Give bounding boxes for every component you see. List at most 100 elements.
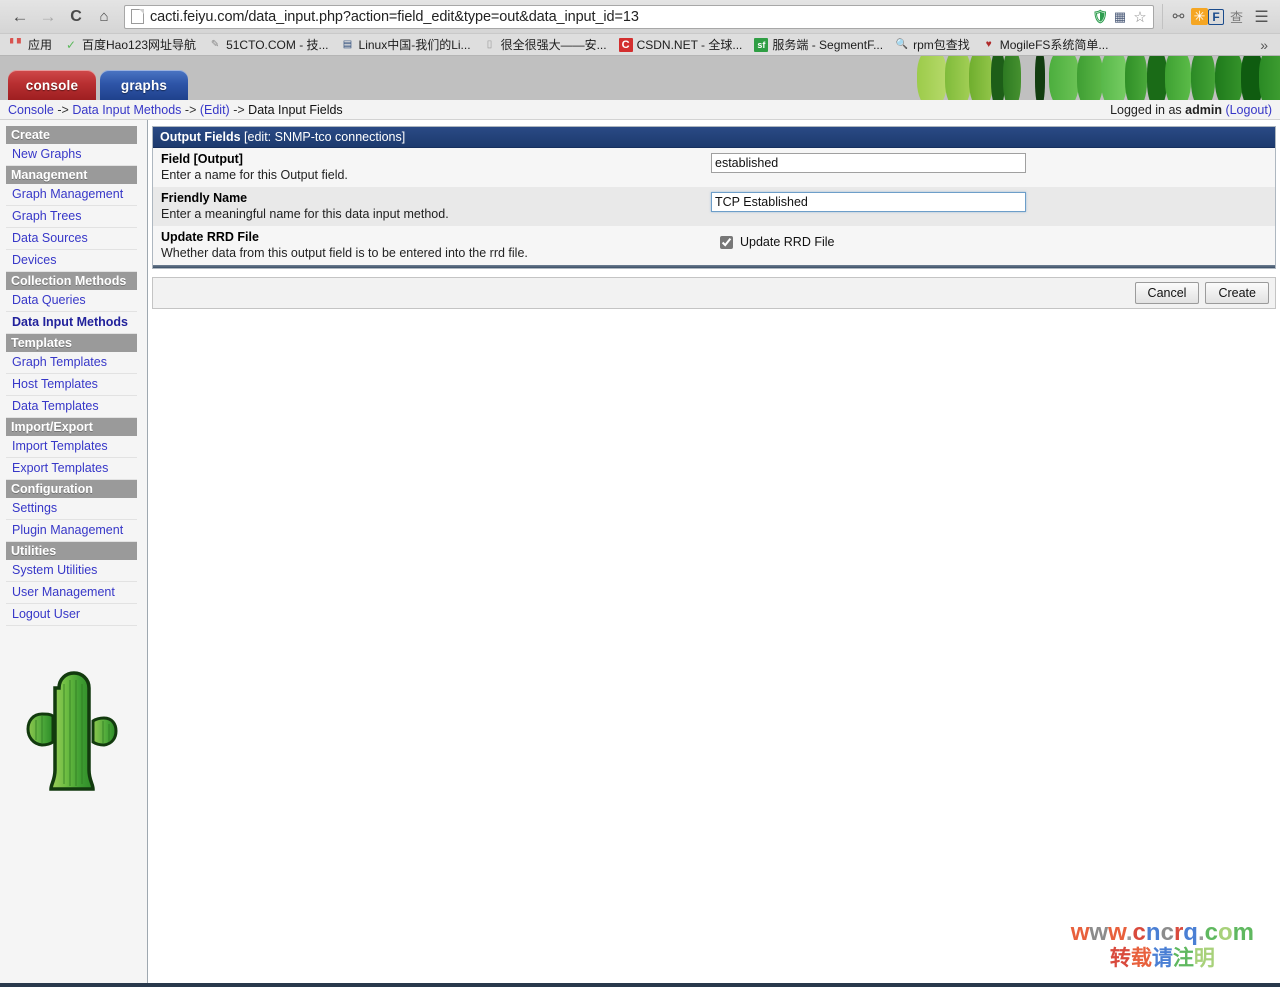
field-label: Update RRD File [161,230,259,244]
sidebar-item-data-queries[interactable]: Data Queries [6,290,137,312]
bookmark-item[interactable]: ✓ 百度Hao123网址导航 [58,35,202,55]
output-fields-panel: Output Fields [edit: SNMP-tco connection… [152,126,1276,269]
sparkle-icon[interactable]: ✳ [1191,8,1208,25]
lamp-icon[interactable]: ⚯ [1166,4,1191,29]
sidebar-item-graph-templates[interactable]: Graph Templates [6,352,137,374]
logout-link[interactable]: (Logout) [1225,103,1272,117]
sidebar-item-data-sources[interactable]: Data Sources [6,228,137,250]
bookmark-item[interactable]: ▘▘ 应用 [4,35,58,55]
menu-icon[interactable]: ☰ [1249,4,1274,29]
form-row-friendly-name: Friendly Name Enter a meaningful name fo… [153,187,1275,226]
bookmark-item[interactable]: ✎ 51CTO.COM - 技... [202,35,334,55]
page-info-icon[interactable] [131,9,144,24]
sidebar-item-graph-management[interactable]: Graph Management [6,184,137,206]
bookmark-label: 服务端 - SegmentF... [772,38,884,52]
sidebar-item-data-templates[interactable]: Data Templates [6,396,137,418]
extension-toolbar: ⚯ ✳ F 查 ☰ [1162,4,1274,29]
field-description: Whether data from this output field is t… [161,246,528,260]
breadcrumb-separator: -> [57,102,69,117]
breadcrumb-bar: Console -> Data Input Methods -> (Edit) … [0,100,1280,120]
field-output-input[interactable] [711,153,1026,173]
hao123-icon: ✓ [65,37,77,52]
shield-icon[interactable]: 🛡 [1091,8,1109,26]
reload-icon[interactable]: C [62,4,90,30]
bookmark-label: 51CTO.COM - 技... [226,38,329,52]
apps-grid-icon: ▘▘ [10,39,24,50]
bookmark-star-icon[interactable]: ☆ [1131,8,1149,26]
form-row-labels: Field [Output] Enter a name for this Out… [153,151,711,183]
breadcrumb-current: Data Input Fields [248,102,343,117]
field-description: Enter a name for this Output field. [161,168,348,182]
sidebar-item-graph-trees[interactable]: Graph Trees [6,206,137,228]
tab-graphs[interactable]: graphs [100,70,188,100]
chinese-badge-icon[interactable]: 查 [1224,4,1249,29]
book-icon: ▤ [342,39,353,50]
update-rrd-checkbox[interactable] [720,235,733,249]
panel-footer-divider [153,265,1275,268]
sidebar-item-plugin-management[interactable]: Plugin Management [6,520,137,542]
form-row-control: Update RRD File [711,229,1275,249]
page-icon: ▯ [486,39,493,50]
cactus-banner-art [885,56,1280,100]
sidebar-item-export-templates[interactable]: Export Templates [6,458,137,480]
sidebar-group-create: Create [6,126,137,144]
cancel-button[interactable]: Cancel [1134,282,1200,304]
bookmark-item[interactable]: ▯ 很全很强大——安... [477,35,613,55]
form-row-labels: Friendly Name Enter a meaningful name fo… [153,190,711,222]
sidebar-item-host-templates[interactable]: Host Templates [6,374,137,396]
sidebar-item-import-templates[interactable]: Import Templates [6,436,137,458]
update-rrd-checkbox-label: Update RRD File [740,235,835,249]
breadcrumb-separator: -> [184,102,197,117]
translate-icon[interactable]: ▦ [1111,8,1129,26]
breadcrumb-link-data-input-methods[interactable]: Data Input Methods [72,103,181,117]
bookmark-item[interactable]: 🔍 rpm包查找 [889,35,976,55]
tab-console-label: console [25,77,79,93]
panel-title-context: [edit: SNMP-tco connections] [244,130,406,144]
sidebar-group-templates: Templates [6,334,137,352]
bookmark-label: CSDN.NET - 全球... [636,38,743,52]
address-bar[interactable]: cacti.feiyu.com/data_input.php?action=fi… [124,4,1154,29]
form-row-labels: Update RRD File Whether data from this o… [153,229,711,261]
create-button[interactable]: Create [1205,282,1269,304]
bookmark-item[interactable]: ▤ Linux中国-我们的Li... [335,35,477,55]
bookmark-label: Linux中国-我们的Li... [358,38,471,52]
bookmark-label: 很全很强大——安... [500,38,607,52]
form-row-control [711,190,1275,212]
sidebar-item-new-graphs[interactable]: New Graphs [6,144,137,166]
bookmark-item[interactable]: sf 服务端 - SegmentF... [748,35,889,55]
forward-icon[interactable]: → [34,4,62,30]
action-bar: Cancel Create [152,277,1276,309]
bookmark-item[interactable]: C CSDN.NET - 全球... [613,35,749,55]
shield-icon: ♥ [985,39,992,50]
sidebar-item-devices[interactable]: Devices [6,250,137,272]
sidebar: Create New Graphs Management Graph Manag… [0,120,148,987]
browser-chrome: ← → C ⌂ cacti.feiyu.com/data_input.php?a… [0,0,1280,56]
sidebar-item-settings[interactable]: Settings [6,498,137,520]
sidebar-item-system-utilities[interactable]: System Utilities [6,560,137,582]
breadcrumb-link-edit[interactable]: (Edit) [200,103,230,117]
sidebar-item-data-input-methods[interactable]: Data Input Methods [6,312,137,334]
sidebar-item-user-management[interactable]: User Management [6,582,137,604]
breadcrumb-link-console[interactable]: Console [8,103,54,117]
field-label: Friendly Name [161,191,248,205]
tab-console[interactable]: console [8,70,96,100]
bookmark-label: rpm包查找 [913,38,970,52]
bookmark-label: 应用 [28,38,53,52]
bookmark-label: MogileFS系统简单... [999,38,1109,52]
bookmark-label: 百度Hao123网址导航 [82,38,197,52]
field-label: Field [Output] [161,152,243,166]
home-icon[interactable]: ⌂ [90,4,118,30]
tab-graphs-label: graphs [120,77,168,93]
back-icon[interactable]: ← [6,4,34,30]
form-row-control [711,151,1275,173]
watermark-line-1: www.cncrq.com [1070,919,1254,946]
bookmark-item[interactable]: ♥ MogileFS系统简单... [976,35,1115,55]
watermark-line-2: 转载请注明 [1109,947,1215,970]
bookmarks-overflow-icon[interactable]: » [1252,37,1276,53]
flash-f-icon[interactable]: F [1208,8,1224,25]
sidebar-group-configuration: Configuration [6,480,137,498]
login-info: Logged in as admin (Logout) [1110,103,1272,117]
sidebar-item-logout-user[interactable]: Logout User [6,604,137,626]
friendly-name-input[interactable] [711,192,1026,212]
panel-title-text: Output Fields [160,130,241,144]
